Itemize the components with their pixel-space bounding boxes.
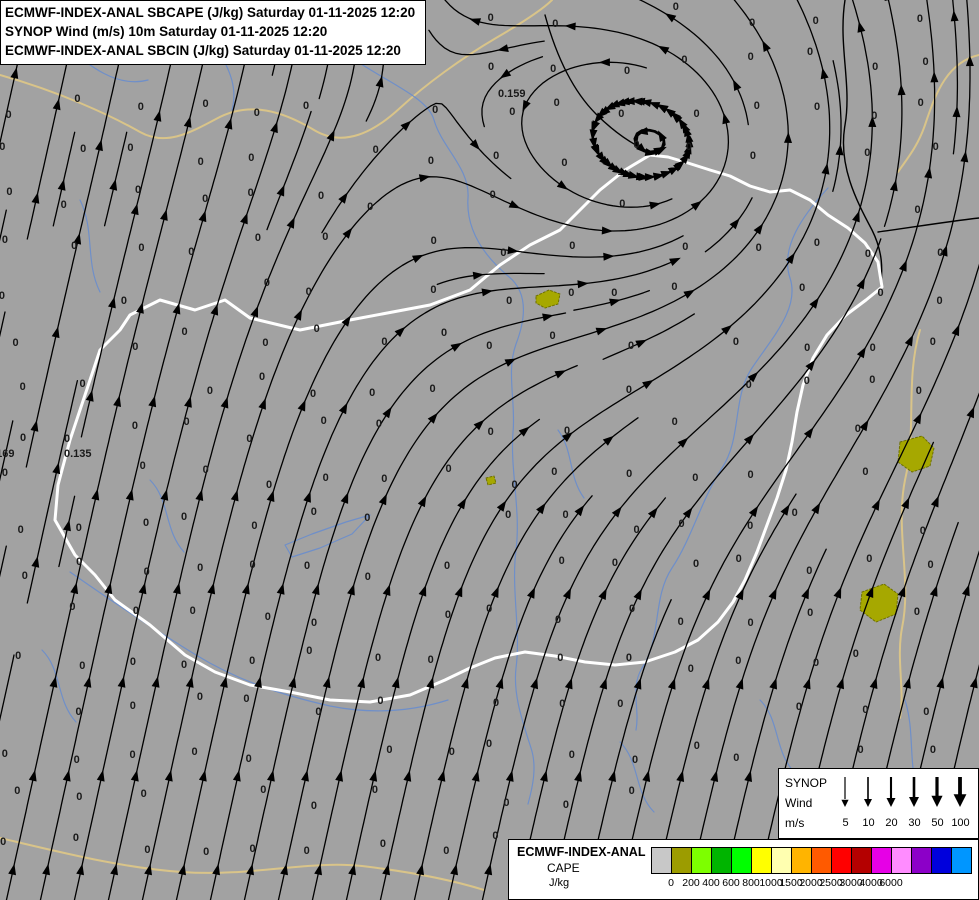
cape-colorbar-cell (892, 848, 912, 873)
wind-legend-panel: SYNOP Wind m/s 5 10 20 30 50 100 (778, 768, 979, 839)
cape-legend-panel: ECMWF-INDEX-ANAL CAPE J/kg 0 200 400 600 800… (508, 839, 979, 900)
cape-colorbar-cell (812, 848, 832, 873)
neighbor-borders-layer (0, 0, 979, 900)
cape-colorbar-cell (672, 848, 692, 873)
cape-colorbar-cell (932, 848, 952, 873)
cape-patches-layer (485, 289, 935, 623)
station-value-special: 0.169 (0, 448, 15, 460)
station-value-special: 0.135 (64, 448, 92, 460)
cape-colorbar-cell (872, 848, 892, 873)
title-line-sbcin: ECMWF-INDEX-ANAL SBCIN (J/kg) Saturday 0… (5, 43, 401, 58)
cape-colorbar-cell (712, 848, 732, 873)
title-line-wind: SYNOP Wind (m/s) 10m Saturday 01-11-2025… (5, 24, 328, 39)
cape-colorbar-cell (692, 848, 712, 873)
map-title-panel: ECMWF-INDEX-ANAL SBCAPE (J/kg) Saturday … (0, 0, 427, 65)
cape-tick-label: 800 (742, 877, 760, 889)
country-borders-layer (544, 0, 979, 287)
wind-speed-label: 30 (908, 817, 921, 829)
wind-arrow-icon (864, 799, 872, 807)
cape-colorbar-cell (772, 848, 792, 873)
cape-tick-label: 0 (668, 877, 674, 889)
wind-arrow-icon (931, 795, 943, 807)
wind-arrow-icon (909, 797, 919, 807)
title-line-sbcape: ECMWF-INDEX-ANAL SBCAPE (J/kg) Saturday … (5, 5, 416, 20)
wind-arrow-icon (886, 798, 896, 807)
cape-colorbar-cell (832, 848, 852, 873)
wind-legend-subtitle: Wind (785, 796, 813, 810)
wind-arrow-icon (953, 794, 967, 807)
cape-tick-label: 400 (702, 877, 720, 889)
rivers-layer (41, 27, 919, 813)
wind-speed-label: 100 (951, 817, 970, 829)
cape-legend-title: ECMWF-INDEX-ANAL (517, 845, 646, 859)
wind-speed-label: 50 (931, 817, 944, 829)
station-value-special: 0.159 (498, 88, 526, 100)
wind-legend-title: SYNOP (785, 776, 828, 790)
cape-colorbar-cell (952, 848, 971, 873)
cape-colorbar-cell (792, 848, 812, 873)
wind-arrow-icon (841, 799, 849, 807)
cape-colorbar-cell (752, 848, 772, 873)
cape-colorbar-cell (912, 848, 932, 873)
hungary-border-layer (53, 153, 884, 704)
wind-arrowheads-layer (8, 0, 978, 876)
cape-colorbar-cell (652, 848, 672, 873)
wind-speed-label: 5 (842, 817, 849, 829)
wind-speed-label: 10 (862, 817, 875, 829)
wind-arrow-icons (841, 777, 967, 807)
cape-tick-label: 6000 (879, 877, 903, 889)
map-canvas (0, 0, 979, 900)
cape-legend-unit: J/kg (549, 877, 570, 889)
cape-colorbar (651, 847, 972, 874)
wind-speed-label: 20 (885, 817, 898, 829)
cape-colorbar-cell (852, 848, 872, 873)
wind-legend-unit: m/s (785, 816, 805, 830)
weather-map: 0000000000000000000000000000000000000000… (0, 0, 979, 900)
cape-colorbar-cell (732, 848, 752, 873)
wind-speed-labels: 5 10 20 30 50 100 (834, 817, 974, 829)
cape-tick-label: 200 (682, 877, 700, 889)
cape-legend-subtitle: CAPE (547, 861, 580, 875)
cape-tick-label: 600 (722, 877, 740, 889)
